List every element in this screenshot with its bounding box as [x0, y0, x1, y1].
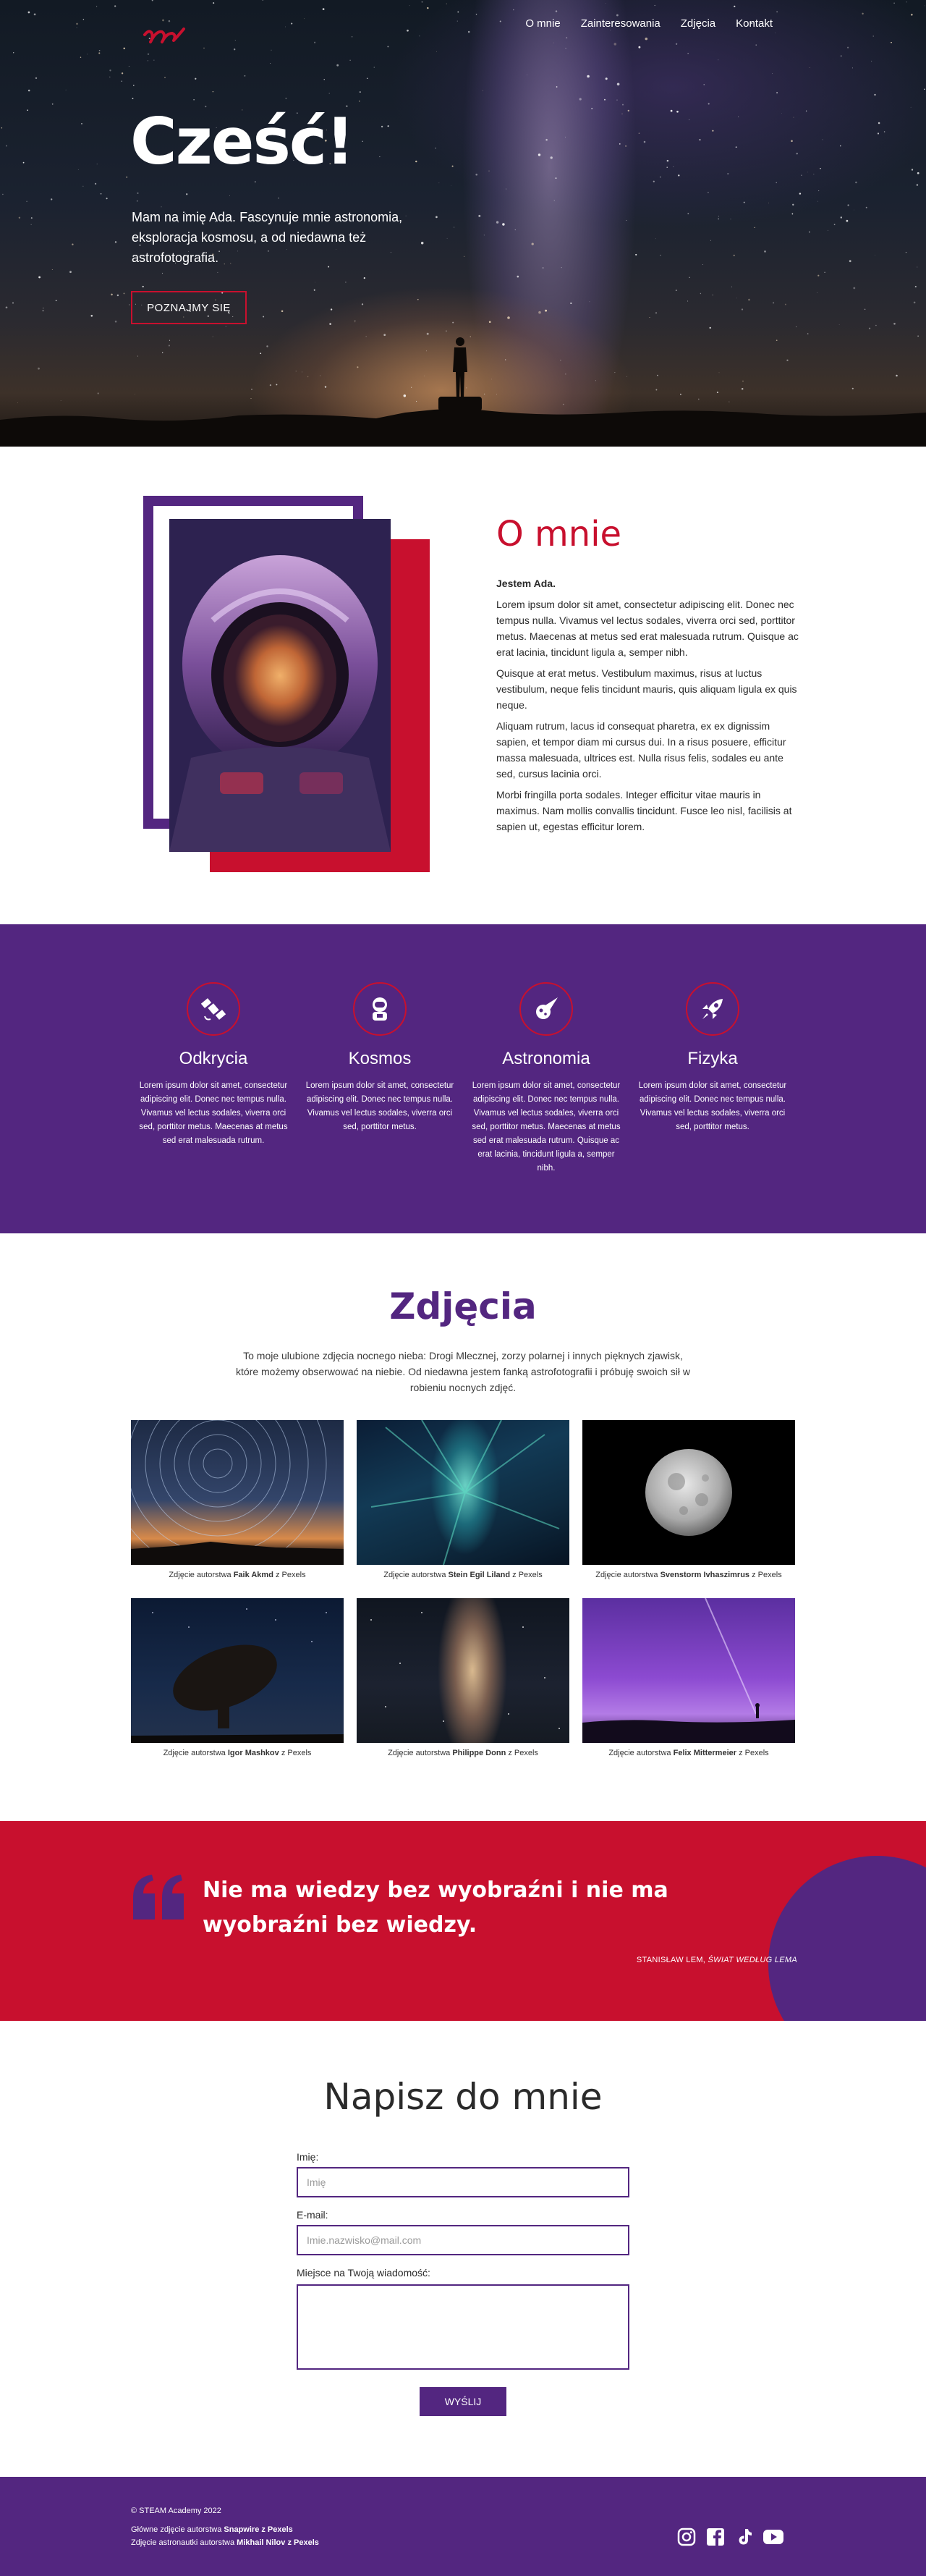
- hero-title: Cześć!: [130, 104, 354, 179]
- astronaut-portrait-image: [169, 519, 391, 852]
- photo-card[interactable]: Zdjęcie autorstwa Igor Mashkov z Pexels: [131, 1598, 344, 1757]
- interest-text: Lorem ipsum dolor sit amet, consectetur …: [305, 1081, 454, 1131]
- rocket-icon: [686, 982, 739, 1036]
- about-lead: Jestem Ada.: [496, 578, 556, 589]
- nav-link-photos[interactable]: Zdjęcia: [681, 17, 715, 30]
- quote-mark-icon: [133, 1875, 184, 1920]
- copyright: © STEAM Academy 2022: [131, 2507, 221, 2515]
- interest-card-cosmos: Kosmos Lorem ipsum dolor sit amet, conse…: [304, 982, 456, 1134]
- hero-section: O mnie Zainteresowania Zdjęcia Kontakt C…: [0, 0, 926, 447]
- about-body: Jestem Ada. Lorem ipsum dolor sit amet, …: [496, 575, 800, 840]
- photo-caption: Zdjęcie autorstwa Faik Akmd z Pexels: [169, 1571, 306, 1579]
- facebook-icon[interactable]: [705, 2526, 726, 2548]
- name-input[interactable]: [297, 2167, 629, 2197]
- about-section: O mnie Jestem Ada. Lorem ipsum dolor sit…: [0, 447, 926, 924]
- interest-text: Lorem ipsum dolor sit amet, consectetur …: [139, 1081, 288, 1145]
- satellite-icon: [187, 982, 240, 1036]
- person-silhouette: [453, 337, 467, 400]
- star-trails-photo[interactable]: [131, 1420, 344, 1565]
- footer: © STEAM Academy 2022 Główne zdjęcie auto…: [0, 2477, 926, 2576]
- photo-card[interactable]: Zdjęcie autorstwa Faik Akmd z Pexels: [131, 1420, 344, 1579]
- gallery-title: Zdjęcia: [389, 1285, 537, 1327]
- radio-telescope-photo[interactable]: [131, 1598, 344, 1743]
- interest-title: Astronomia: [502, 1049, 590, 1068]
- photo-card[interactable]: Zdjęcie autorstwa Philippe Donn z Pexels: [357, 1598, 569, 1757]
- interest-text: Lorem ipsum dolor sit amet, consectetur …: [638, 1081, 787, 1131]
- youtube-icon[interactable]: [763, 2526, 784, 2548]
- meteor-icon: [519, 982, 573, 1036]
- photo-card[interactable]: Zdjęcie autorstwa Svenstorm Ivhaszimrus …: [582, 1420, 795, 1579]
- message-textarea[interactable]: [297, 2284, 629, 2370]
- decorative-circle: [768, 1856, 926, 2021]
- moon-photo[interactable]: [582, 1420, 795, 1565]
- contact-section: Napisz do mnie Imię: E-mail: Miejsce na …: [0, 2021, 926, 2477]
- main-nav: O mnie Zainteresowania Zdjęcia Kontakt: [525, 17, 773, 30]
- about-paragraph: Lorem ipsum dolor sit amet, consectetur …: [496, 599, 799, 658]
- footer-credits: © STEAM Academy 2022 Główne zdjęcie auto…: [131, 2504, 319, 2549]
- instagram-icon[interactable]: [676, 2526, 697, 2548]
- interest-card-discoveries: Odkrycia Lorem ipsum dolor sit amet, con…: [137, 982, 289, 1148]
- photo-caption: Zdjęcie autorstwa Philippe Donn z Pexels: [388, 1749, 538, 1757]
- hero-text: Mam na imię Ada. Fascynuje mnie astronom…: [132, 210, 403, 265]
- contact-title: Napisz do mnie: [323, 2076, 603, 2118]
- interest-title: Odkrycia: [179, 1049, 248, 1068]
- photo-caption: Zdjęcie autorstwa Svenstorm Ivhaszimrus …: [595, 1571, 782, 1579]
- quote-author: Stanisław Lem, Świat według Lema: [636, 1956, 797, 1964]
- quote-text: Nie ma wiedzy bez wyobraźni i nie ma wyo…: [203, 1878, 668, 1938]
- nav-link-contact[interactable]: Kontakt: [736, 17, 773, 30]
- milky-way-photo[interactable]: [357, 1598, 569, 1743]
- email-label: E-mail:: [297, 2209, 328, 2221]
- name-label: Imię:: [297, 2151, 319, 2163]
- astronaut-icon: [353, 982, 407, 1036]
- photo-caption: Zdjęcie autorstwa Igor Mashkov z Pexels: [163, 1749, 312, 1757]
- nav-link-interests[interactable]: Zainteresowania: [581, 17, 660, 30]
- about-paragraph: Aliquam rutrum, lacus id consequat phare…: [496, 720, 786, 780]
- aurora-photo[interactable]: [357, 1420, 569, 1565]
- photo-caption: Zdjęcie autorstwa Stein Egil Liland z Pe…: [383, 1571, 543, 1579]
- photo-credit-main: Główne zdjęcie autorstwa Snapwire z Pexe…: [131, 2525, 293, 2534]
- quote-section: Nie ma wiedzy bez wyobraźni i nie ma wyo…: [0, 1821, 926, 2021]
- gallery-section: Zdjęcia To moje ulubione zdjęcia nocnego…: [0, 1233, 926, 1821]
- site-logo-icon[interactable]: [142, 19, 187, 48]
- about-paragraph: Quisque at erat metus. Vestibulum maximu…: [496, 667, 797, 711]
- about-paragraph: Morbi fringilla porta sodales. Integer e…: [496, 789, 792, 832]
- send-button[interactable]: Wyślij: [420, 2387, 506, 2416]
- social-links: [676, 2526, 784, 2548]
- photo-caption: Zdjęcie autorstwa Felix Mittermeier z Pe…: [608, 1749, 769, 1757]
- photo-card[interactable]: Zdjęcie autorstwa Stein Egil Liland z Pe…: [357, 1420, 569, 1579]
- interest-title: Fizyka: [687, 1049, 738, 1068]
- nav-link-about[interactable]: O mnie: [525, 17, 560, 30]
- message-label: Miejsce na Twoją wiadomość:: [297, 2267, 430, 2279]
- meet-me-button[interactable]: Poznajmy się: [131, 291, 247, 324]
- gallery-intro: To moje ulubione zdjęcia nocnego nieba: …: [236, 1350, 690, 1393]
- photo-credit-astronaut: Zdjęcie astronautki autorstwa Mikhail Ni…: [131, 2538, 319, 2547]
- interest-text: Lorem ipsum dolor sit amet, consectetur …: [472, 1081, 621, 1173]
- photo-card[interactable]: Zdjęcie autorstwa Felix Mittermeier z Pe…: [582, 1598, 795, 1757]
- interest-card-astronomy: Astronomia Lorem ipsum dolor sit amet, c…: [470, 982, 622, 1175]
- interest-card-physics: Fizyka Lorem ipsum dolor sit amet, conse…: [637, 982, 789, 1134]
- interests-section: Odkrycia Lorem ipsum dolor sit amet, con…: [0, 924, 926, 1233]
- tiktok-icon[interactable]: [734, 2526, 755, 2548]
- email-input[interactable]: [297, 2225, 629, 2255]
- interest-title: Kosmos: [348, 1049, 412, 1068]
- about-title: O mnie: [496, 514, 622, 554]
- purple-night-sky-photo[interactable]: [582, 1598, 795, 1743]
